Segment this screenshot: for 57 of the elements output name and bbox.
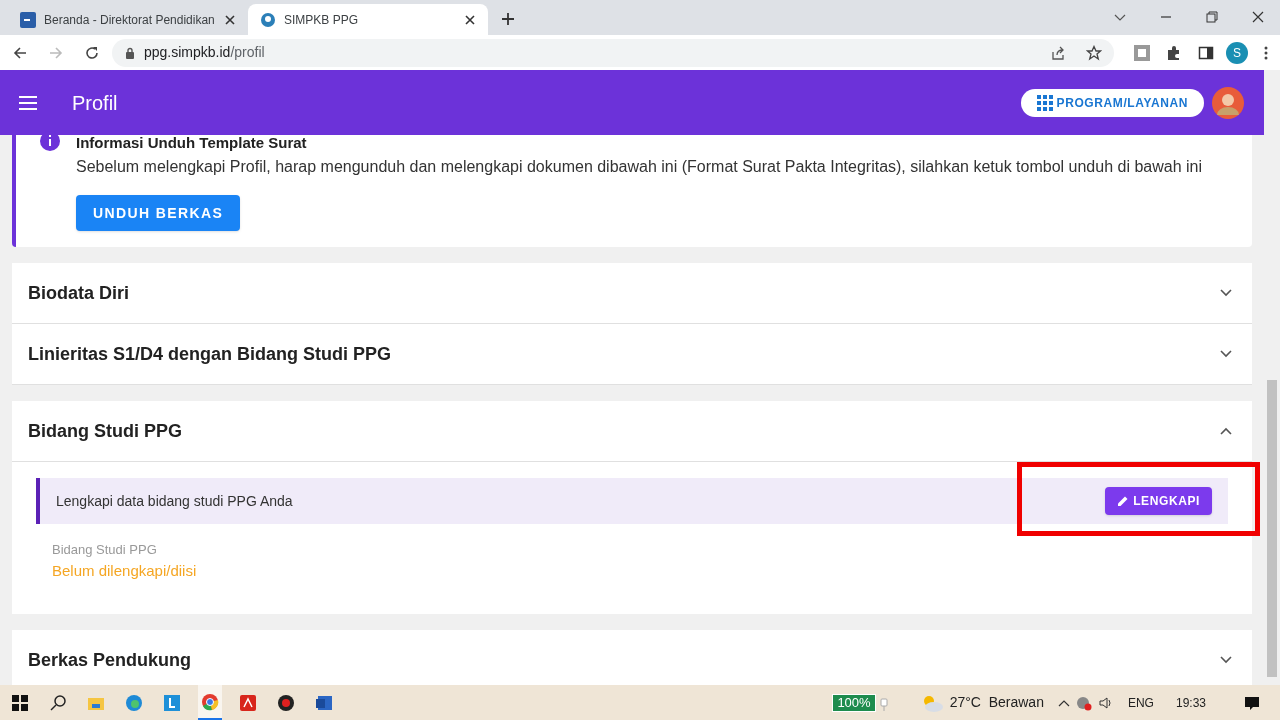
language-indicator[interactable]: ENG bbox=[1127, 693, 1154, 712]
profile-avatar[interactable]: S bbox=[1226, 41, 1248, 64]
record-icon[interactable] bbox=[276, 692, 296, 713]
panel-title[interactable]: Linieritas S1/D4 dengan Bidang Studi PPG bbox=[28, 340, 1220, 368]
avatar-icon[interactable] bbox=[1212, 86, 1244, 119]
notification-icon[interactable] bbox=[1244, 694, 1260, 711]
field-value: Belum dilengkapi/diisi bbox=[52, 560, 198, 581]
pdf-icon[interactable] bbox=[238, 692, 258, 713]
back-icon[interactable] bbox=[12, 44, 28, 61]
restore-icon[interactable] bbox=[1206, 11, 1218, 23]
panel-title[interactable]: Bidang Studi PPG bbox=[28, 417, 1220, 445]
url-text: ppg.simpkb.id/profil bbox=[144, 43, 265, 62]
weather-text: 27°C Berawan bbox=[949, 693, 1044, 712]
volume-icon[interactable] bbox=[1097, 694, 1114, 711]
share-icon[interactable] bbox=[1050, 44, 1066, 61]
new-tab-icon[interactable] bbox=[500, 11, 516, 27]
field-label: Bidang Studi PPG bbox=[52, 541, 158, 559]
side-panel-icon[interactable] bbox=[1198, 44, 1214, 61]
chevron-down-icon[interactable] bbox=[1220, 348, 1232, 360]
close-icon[interactable] bbox=[464, 13, 476, 26]
browser-tab[interactable]: SIMPKB PPG bbox=[248, 4, 488, 35]
grid-icon bbox=[1036, 94, 1053, 111]
clock[interactable]: 19:33 bbox=[1175, 693, 1206, 712]
panel-title[interactable]: Biodata Diri bbox=[28, 279, 1220, 307]
info-text: Sebelum melengkapi Profil, harap mengunduh dan melengkapi dokumen dibawah ini (Format Surat Pakta Integritas), silahkan ketuk tombol unduh di bawah ini bbox=[76, 157, 1202, 177]
more-icon[interactable] bbox=[1264, 44, 1268, 61]
browser-tab[interactable]: Beranda - Direktorat Pendidikan bbox=[8, 4, 248, 35]
complete-button[interactable]: LENGKAPI bbox=[1105, 487, 1212, 515]
star-icon[interactable] bbox=[1086, 44, 1102, 61]
tab-title: Beranda - Direktorat Pendidikan bbox=[44, 11, 216, 29]
windows-icon[interactable] bbox=[10, 692, 30, 713]
chevron-down-icon[interactable] bbox=[1220, 654, 1232, 666]
search-icon[interactable] bbox=[48, 692, 68, 713]
panel-title[interactable]: Berkas Pendukung bbox=[28, 646, 1220, 674]
pencil-icon bbox=[1117, 495, 1130, 507]
browser-icon[interactable] bbox=[124, 692, 144, 713]
program-button[interactable]: PROGRAM/LAYANAN bbox=[1020, 88, 1204, 117]
close-icon[interactable] bbox=[224, 13, 236, 26]
download-button[interactable]: UNDUH BERKAS bbox=[76, 195, 241, 231]
reload-icon[interactable] bbox=[84, 44, 100, 61]
site-icon bbox=[20, 11, 36, 28]
info-title: Informasi Unduh Template Surat bbox=[76, 135, 308, 151]
extension-icon[interactable] bbox=[1134, 44, 1150, 61]
network-icon[interactable] bbox=[1075, 694, 1092, 711]
puzzle-icon[interactable] bbox=[1166, 44, 1182, 61]
tab-title: SIMPKB PPG bbox=[284, 11, 360, 29]
page-title: Profil bbox=[72, 90, 118, 116]
battery-indicator: 100% bbox=[832, 693, 876, 712]
chrome-icon[interactable] bbox=[200, 691, 220, 712]
site-icon bbox=[260, 11, 276, 28]
notice-text: Lengkapi data bidang studi PPG Anda bbox=[56, 491, 294, 511]
lock-icon bbox=[124, 46, 136, 59]
chevron-up-icon[interactable] bbox=[1220, 425, 1232, 437]
chevron-down-icon[interactable] bbox=[1220, 287, 1232, 299]
address-bar[interactable]: ppg.simpkb.id/profil bbox=[112, 38, 1114, 67]
close-icon[interactable] bbox=[1252, 11, 1264, 23]
app-icon[interactable] bbox=[162, 692, 182, 713]
